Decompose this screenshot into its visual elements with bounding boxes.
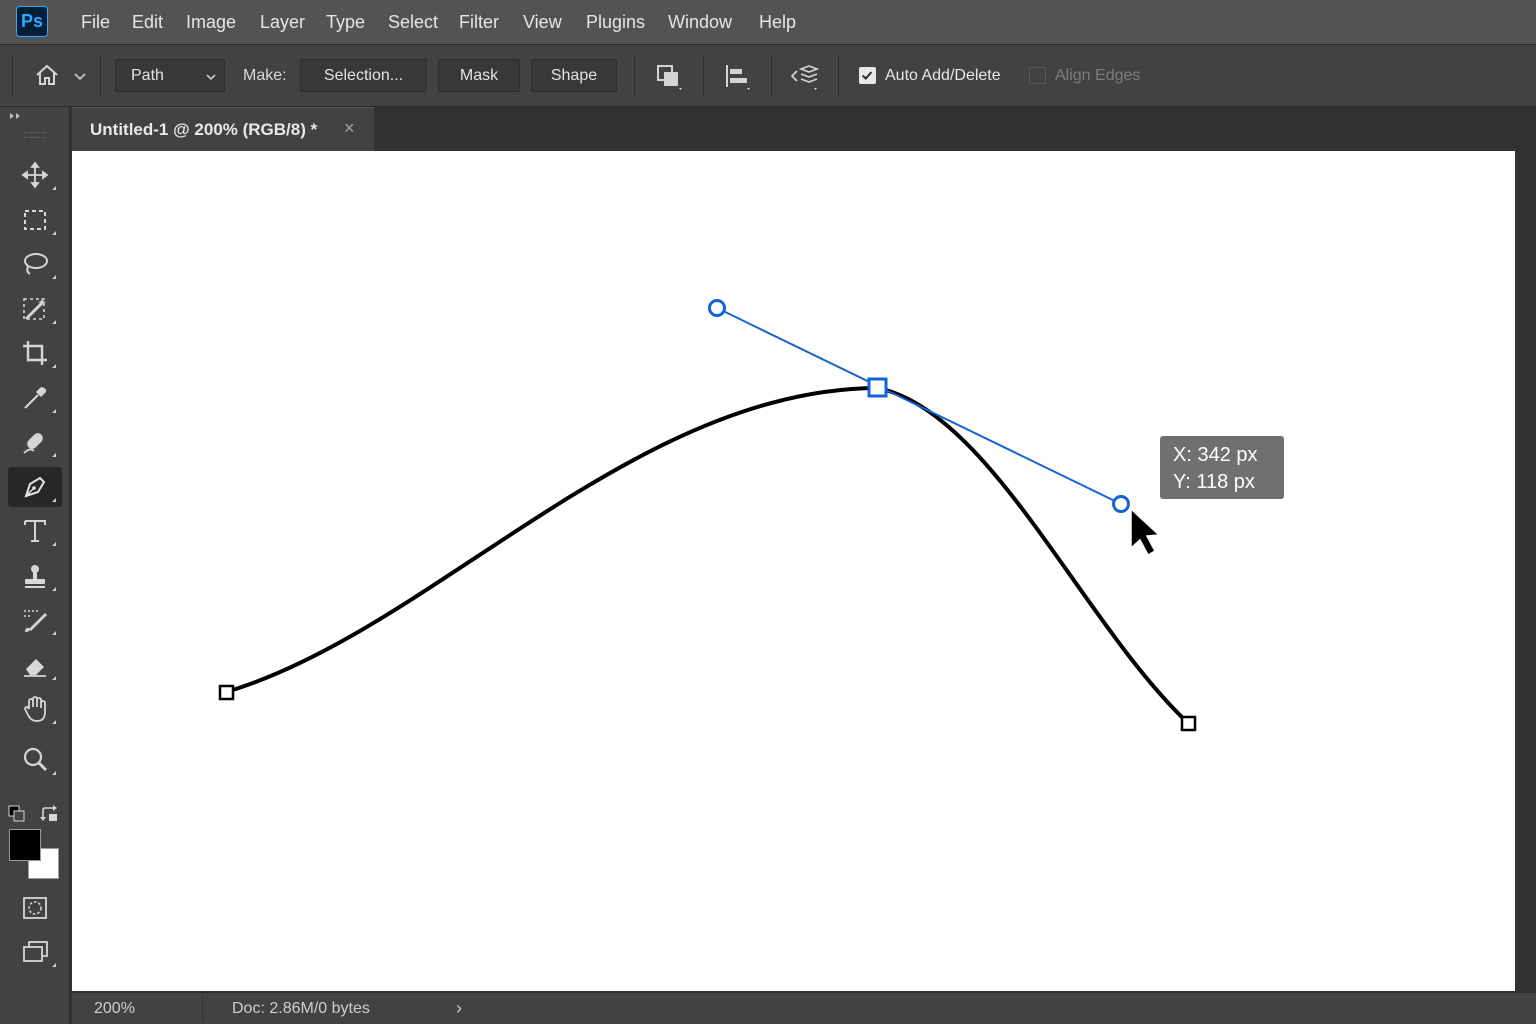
crop-tool[interactable]	[8, 333, 62, 373]
direction-line	[716, 307, 1122, 505]
zoom-tool[interactable]	[8, 740, 62, 780]
default-colors-icon[interactable]	[8, 805, 26, 823]
canvas-area: X: 342 px Y: 118 px	[72, 151, 1536, 991]
healing-brush-icon	[23, 433, 43, 454]
chevron-right-icon[interactable]: ›	[456, 998, 462, 1019]
collapse-panel-icon[interactable]	[8, 111, 24, 121]
options-grip	[12, 55, 13, 97]
options-separator	[634, 55, 635, 97]
move-tool[interactable]	[8, 155, 62, 195]
panel-grip[interactable]	[24, 132, 46, 138]
anchor-point-end[interactable]	[1180, 715, 1197, 732]
document-tab[interactable]: Untitled-1 @ 200% (RGB/8) * ×	[72, 107, 374, 151]
align-edges-checkbox[interactable]	[1029, 67, 1046, 84]
object-selection-icon	[23, 298, 46, 321]
rectangle-marquee-icon	[24, 210, 46, 230]
lasso-tool[interactable]	[8, 244, 62, 284]
quick-mask-tool[interactable]	[8, 888, 62, 928]
brush-tool[interactable]	[8, 600, 62, 640]
marquee-tool[interactable]	[8, 200, 62, 240]
brush-icon	[24, 610, 47, 632]
document-canvas[interactable]	[72, 151, 1515, 991]
pen-icon	[24, 476, 46, 498]
move-icon	[21, 161, 49, 189]
eraser-icon	[24, 659, 46, 677]
menu-file[interactable]: File	[81, 11, 110, 33]
document-tab-title: Untitled-1 @ 200% (RGB/8) *	[90, 120, 318, 139]
swap-colors-icon[interactable]	[40, 805, 60, 823]
close-icon[interactable]: ×	[344, 118, 355, 139]
menu-window[interactable]: Window	[668, 11, 732, 33]
anchor-point-start[interactable]	[218, 684, 235, 701]
make-selection-button[interactable]: Selection...	[300, 59, 427, 92]
crop-icon	[23, 341, 47, 365]
coordinates-tooltip: X: 342 px Y: 118 px	[1160, 436, 1284, 499]
menu-help[interactable]: Help	[759, 11, 796, 33]
path-operations-icon[interactable]	[654, 61, 684, 91]
menu-view[interactable]: View	[523, 11, 562, 33]
tooltip-x: X: 342 px	[1173, 444, 1258, 466]
eyedropper-icon	[24, 387, 47, 409]
quick-mask-icon	[23, 897, 47, 919]
make-shape-button[interactable]: Shape	[531, 59, 617, 92]
healing-brush-tool[interactable]	[8, 422, 62, 462]
direction-handle-out[interactable]	[1112, 495, 1130, 513]
chevron-down-icon[interactable]	[70, 61, 90, 91]
clone-stamp-icon	[25, 565, 45, 588]
checkmark-icon	[861, 71, 873, 81]
pen-tool[interactable]	[8, 467, 62, 507]
eyedropper-tool[interactable]	[8, 378, 62, 418]
options-separator	[838, 55, 839, 97]
tooltip-y: Y: 118 px	[1173, 471, 1255, 493]
screen-mode-tool[interactable]	[8, 932, 62, 972]
tools-panel	[0, 107, 70, 1024]
path-arrangement-icon[interactable]	[789, 61, 820, 91]
options-separator	[100, 55, 101, 97]
mouse-cursor-icon	[1130, 507, 1161, 557]
options-separator	[771, 55, 772, 97]
menu-edit[interactable]: Edit	[132, 11, 163, 33]
auto-add-delete-label[interactable]: Auto Add/Delete	[885, 67, 1001, 85]
align-edges-label[interactable]: Align Edges	[1055, 67, 1140, 85]
make-label: Make:	[243, 67, 287, 84]
document-tab-bar: Untitled-1 @ 200% (RGB/8) * ×	[72, 107, 1536, 151]
anchor-point-selected[interactable]	[867, 377, 888, 398]
chevron-down-icon	[206, 74, 216, 81]
menu-plugins[interactable]: Plugins	[586, 11, 645, 33]
screen-mode-icon	[23, 941, 48, 962]
path-alignment-icon[interactable]	[722, 61, 752, 91]
make-mask-button[interactable]: Mask	[438, 59, 520, 92]
direction-handle-in[interactable]	[708, 299, 726, 317]
lasso-icon	[24, 253, 48, 275]
options-bar: Path Make: Selection... Mask Shape Auto …	[0, 45, 1536, 107]
foreground-color-swatch[interactable]	[9, 829, 41, 861]
menu-select[interactable]: Select	[388, 11, 438, 33]
clone-stamp-tool[interactable]	[8, 556, 62, 596]
hand-icon	[24, 696, 46, 722]
menu-image[interactable]: Image	[186, 11, 236, 33]
eraser-tool[interactable]	[8, 645, 62, 685]
status-bar: 200% Doc: 2.86M/0 bytes ›	[72, 992, 1536, 1024]
status-separator	[202, 997, 203, 1021]
options-separator	[703, 55, 704, 97]
type-icon	[24, 520, 46, 542]
path-mode-value: Path	[131, 66, 164, 84]
path-overlay	[218, 299, 1197, 732]
path-mode-select[interactable]: Path	[115, 59, 225, 92]
home-icon[interactable]	[32, 60, 62, 90]
document-info: Doc: 2.86M/0 bytes	[232, 1000, 370, 1017]
bezier-path[interactable]	[225, 385, 1190, 725]
type-tool[interactable]	[8, 511, 62, 551]
menu-filter[interactable]: Filter	[459, 11, 499, 33]
menu-layer[interactable]: Layer	[260, 11, 305, 33]
hand-tool[interactable]	[8, 689, 62, 729]
object-selection-tool[interactable]	[8, 289, 62, 329]
auto-add-delete-checkbox[interactable]	[859, 67, 876, 84]
menu-bar: Ps File Edit Image Layer Type Select Fil…	[0, 0, 1536, 45]
photoshop-logo: Ps	[16, 6, 48, 37]
zoom-icon	[23, 747, 48, 772]
zoom-level[interactable]: 200%	[94, 1000, 135, 1018]
menu-type[interactable]: Type	[326, 11, 365, 33]
